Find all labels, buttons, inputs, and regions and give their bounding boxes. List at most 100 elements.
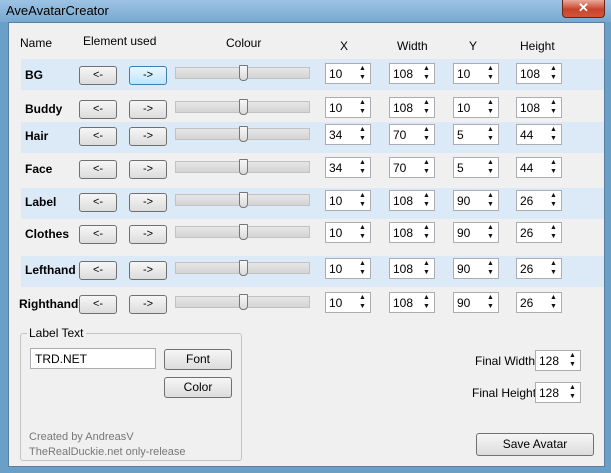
next-element-button-lefthand[interactable]: ->	[129, 261, 167, 280]
spin-down-icon[interactable]: ▼	[547, 201, 560, 209]
spin-up-icon[interactable]: ▲	[356, 126, 369, 134]
width-spinner-righthand[interactable]: 108 ▲ ▼	[389, 292, 435, 313]
spin-up-icon[interactable]: ▲	[356, 224, 369, 232]
y-spinner-lefthand[interactable]: 90 ▲ ▼	[453, 258, 499, 279]
spin-down-icon[interactable]: ▼	[420, 269, 433, 277]
y-spinner-buddy[interactable]: 10 ▲ ▼	[453, 97, 499, 118]
slider-thumb[interactable]	[239, 294, 248, 310]
spin-down-icon[interactable]: ▼	[420, 74, 433, 82]
save-avatar-button[interactable]: Save Avatar	[476, 433, 594, 456]
spin-down-icon[interactable]: ▼	[484, 269, 497, 277]
spin-up-icon[interactable]: ▲	[547, 192, 560, 200]
spin-up-icon[interactable]: ▲	[484, 294, 497, 302]
final-height-spinner[interactable]: 128 ▲ ▼	[535, 382, 581, 403]
prev-element-button-buddy[interactable]: <-	[79, 100, 117, 119]
width-spinner-clothes[interactable]: 108 ▲ ▼	[389, 222, 435, 243]
slider-thumb[interactable]	[239, 65, 248, 81]
spin-up-icon[interactable]: ▲	[484, 192, 497, 200]
y-spinner-clothes[interactable]: 90 ▲ ▼	[453, 222, 499, 243]
spin-down-icon[interactable]: ▼	[547, 168, 560, 176]
spin-up-icon[interactable]: ▲	[566, 352, 579, 360]
x-spinner-righthand[interactable]: 10 ▲ ▼	[325, 292, 371, 313]
spin-up-icon[interactable]: ▲	[547, 65, 560, 73]
spin-up-icon[interactable]: ▲	[356, 192, 369, 200]
next-element-button-bg[interactable]: ->	[129, 66, 167, 85]
width-spinner-face[interactable]: 70 ▲ ▼	[389, 157, 435, 178]
next-element-button-label[interactable]: ->	[129, 193, 167, 212]
y-spinner-bg[interactable]: 10 ▲ ▼	[453, 63, 499, 84]
spin-down-icon[interactable]: ▼	[420, 201, 433, 209]
slider-thumb[interactable]	[239, 99, 248, 115]
spin-down-icon[interactable]: ▼	[484, 168, 497, 176]
slider-thumb[interactable]	[239, 126, 248, 142]
spin-up-icon[interactable]: ▲	[420, 159, 433, 167]
colour-slider-bg[interactable]	[175, 65, 310, 82]
font-button[interactable]: Font	[164, 349, 232, 370]
close-button[interactable]: ✕	[562, 0, 605, 18]
colour-slider-hair[interactable]	[175, 126, 310, 143]
spin-down-icon[interactable]: ▼	[547, 135, 560, 143]
spin-down-icon[interactable]: ▼	[484, 135, 497, 143]
next-element-button-righthand[interactable]: ->	[129, 295, 167, 314]
x-spinner-lefthand[interactable]: 10 ▲ ▼	[325, 258, 371, 279]
x-spinner-face[interactable]: 34 ▲ ▼	[325, 157, 371, 178]
height-spinner-bg[interactable]: 108 ▲ ▼	[516, 63, 562, 84]
spin-down-icon[interactable]: ▼	[420, 168, 433, 176]
spin-down-icon[interactable]: ▼	[356, 168, 369, 176]
y-spinner-label[interactable]: 90 ▲ ▼	[453, 190, 499, 211]
prev-element-button-clothes[interactable]: <-	[79, 225, 117, 244]
spin-up-icon[interactable]: ▲	[547, 294, 560, 302]
next-element-button-face[interactable]: ->	[129, 160, 167, 179]
spin-up-icon[interactable]: ▲	[566, 384, 579, 392]
width-spinner-buddy[interactable]: 108 ▲ ▼	[389, 97, 435, 118]
height-spinner-hair[interactable]: 44 ▲ ▼	[516, 124, 562, 145]
next-element-button-buddy[interactable]: ->	[129, 100, 167, 119]
spin-down-icon[interactable]: ▼	[420, 135, 433, 143]
spin-down-icon[interactable]: ▼	[484, 303, 497, 311]
label-text-input[interactable]: TRD.NET	[30, 348, 156, 369]
width-spinner-hair[interactable]: 70 ▲ ▼	[389, 124, 435, 145]
width-spinner-bg[interactable]: 108 ▲ ▼	[389, 63, 435, 84]
spin-up-icon[interactable]: ▲	[547, 99, 560, 107]
spin-up-icon[interactable]: ▲	[484, 260, 497, 268]
spin-up-icon[interactable]: ▲	[484, 65, 497, 73]
spin-up-icon[interactable]: ▲	[484, 224, 497, 232]
spin-up-icon[interactable]: ▲	[420, 192, 433, 200]
spin-up-icon[interactable]: ▲	[356, 159, 369, 167]
slider-thumb[interactable]	[239, 192, 248, 208]
spin-down-icon[interactable]: ▼	[356, 74, 369, 82]
title-bar[interactable]: AveAvatarCreator ✕	[0, 0, 611, 22]
spin-up-icon[interactable]: ▲	[484, 99, 497, 107]
x-spinner-bg[interactable]: 10 ▲ ▼	[325, 63, 371, 84]
x-spinner-buddy[interactable]: 10 ▲ ▼	[325, 97, 371, 118]
prev-element-button-righthand[interactable]: <-	[79, 295, 117, 314]
colour-slider-lefthand[interactable]	[175, 260, 310, 277]
spin-up-icon[interactable]: ▲	[547, 260, 560, 268]
spin-up-icon[interactable]: ▲	[356, 260, 369, 268]
spin-down-icon[interactable]: ▼	[356, 201, 369, 209]
spin-up-icon[interactable]: ▲	[356, 99, 369, 107]
spin-up-icon[interactable]: ▲	[356, 294, 369, 302]
spin-down-icon[interactable]: ▼	[356, 269, 369, 277]
prev-element-button-lefthand[interactable]: <-	[79, 261, 117, 280]
spin-down-icon[interactable]: ▼	[420, 108, 433, 116]
colour-slider-label[interactable]	[175, 192, 310, 209]
spin-down-icon[interactable]: ▼	[547, 303, 560, 311]
spin-down-icon[interactable]: ▼	[356, 108, 369, 116]
x-spinner-hair[interactable]: 34 ▲ ▼	[325, 124, 371, 145]
next-element-button-hair[interactable]: ->	[129, 127, 167, 146]
spin-up-icon[interactable]: ▲	[484, 126, 497, 134]
height-spinner-clothes[interactable]: 26 ▲ ▼	[516, 222, 562, 243]
spin-up-icon[interactable]: ▲	[547, 224, 560, 232]
spin-down-icon[interactable]: ▼	[547, 108, 560, 116]
spin-up-icon[interactable]: ▲	[420, 65, 433, 73]
x-spinner-label[interactable]: 10 ▲ ▼	[325, 190, 371, 211]
prev-element-button-bg[interactable]: <-	[79, 66, 117, 85]
spin-up-icon[interactable]: ▲	[356, 65, 369, 73]
spin-down-icon[interactable]: ▼	[484, 233, 497, 241]
y-spinner-righthand[interactable]: 90 ▲ ▼	[453, 292, 499, 313]
height-spinner-label[interactable]: 26 ▲ ▼	[516, 190, 562, 211]
slider-thumb[interactable]	[239, 260, 248, 276]
spin-down-icon[interactable]: ▼	[420, 233, 433, 241]
spin-up-icon[interactable]: ▲	[484, 159, 497, 167]
